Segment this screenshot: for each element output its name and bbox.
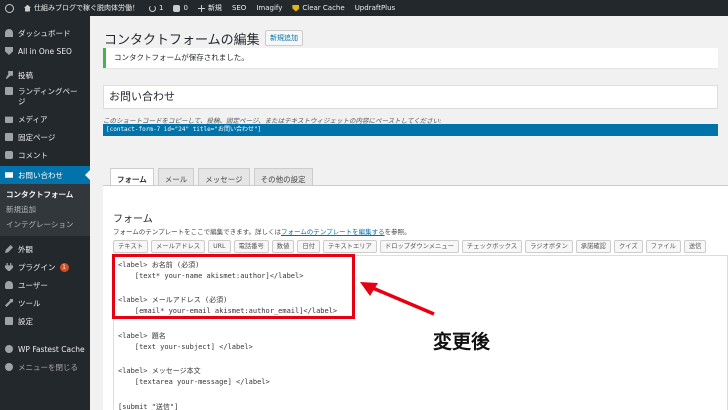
cache-icon [292,4,300,12]
form-panel-heading: フォーム [113,214,153,225]
dashboard-icon [5,29,13,37]
sidebar-item-media[interactable]: メディア [0,110,90,128]
tag-button[interactable]: ラジオボタン [525,240,573,253]
plus-icon [197,4,205,12]
sidebar-item-appearance[interactable]: 外観 [0,240,90,258]
tag-button[interactable]: メールアドレス [151,240,206,253]
updraftplus-link[interactable]: UpdraftPlus [350,0,401,16]
tag-button[interactable]: テキスト [113,240,148,253]
form-panel-description: フォームのテンプレートをここで編集できます。詳しくはフォームのテンプレートを編集… [113,228,411,236]
tag-button[interactable]: 日付 [297,240,320,253]
submenu-integration[interactable]: インテグレーション [0,217,90,232]
admin-sidebar: ダッシュボード All in One SEO 投稿 ランディングペー ジ メディ… [0,16,90,410]
page-icon [5,87,13,95]
mail-icon [5,172,13,178]
form-title-input[interactable]: お問い合わせ [103,85,718,109]
add-new-button[interactable]: 新規追加 [265,30,303,46]
tag-button[interactable]: チェックボックス [461,240,523,253]
new-content-link[interactable]: 新規 [193,0,227,16]
contact-submenu: コンタクトフォーム 新規追加 インテグレーション [0,184,90,236]
tab-additional-settings[interactable]: その他の設定 [253,168,313,185]
update-count-badge: 1 [59,262,69,272]
tag-button[interactable]: URL [208,240,231,253]
tag-button[interactable]: 数値 [271,240,295,253]
code-line: <label> 題名 [118,331,166,340]
imagify-link[interactable]: Imagify [251,0,287,16]
tag-button[interactable]: 承諾確認 [575,240,611,253]
tag-button[interactable]: テキストエリア [322,240,377,253]
sidebar-item-users[interactable]: ユーザー [0,276,90,294]
submenu-add-new[interactable]: 新規追加 [0,202,90,217]
user-icon [5,281,13,289]
settings-icon [5,317,13,325]
sidebar-item-settings[interactable]: 設定 [0,312,90,330]
pin-icon [5,71,13,79]
tag-generator-buttons: テキスト メールアドレス URL 電話番号 数値 日付 テキストエリア ドロップダウンメニュー… [113,240,707,253]
comments-link[interactable]: 0 [168,0,192,16]
code-line: <label> メッセージ本文 [118,367,201,376]
sidebar-item-wp-fastest-cache[interactable]: WP Fastest Cache [0,340,90,358]
main-content: コンタクトフォームの編集 新規追加 コンタクトフォームが保存されました。 お問い… [90,16,728,410]
sidebar-item-aioseo[interactable]: All in One SEO [0,42,90,60]
sidebar-item-comments[interactable]: コメント [0,146,90,164]
collapse-menu-button[interactable]: メニューを閉じる [0,358,90,376]
tab-mail[interactable]: メール [157,168,195,185]
saved-notice: コンタクトフォームが保存されました。 [103,48,718,68]
submenu-contact-forms[interactable]: コンタクトフォーム [0,187,90,202]
sidebar-item-pages[interactable]: 固定ページ [0,128,90,146]
refresh-icon [149,4,156,12]
comment-icon [173,4,181,12]
highlight-box [112,254,355,319]
wordpress-logo[interactable] [0,0,19,16]
plugin-icon [5,263,13,271]
red-arrow [360,282,435,316]
arrow-shaft [367,284,435,316]
sidebar-item-tools[interactable]: ツール [0,294,90,312]
sidebar-item-posts[interactable]: 投稿 [0,66,90,84]
editor-tabs: フォーム メール メッセージ その他の設定 [110,168,313,186]
wordpress-icon [5,3,14,13]
comment-icon [5,151,13,159]
page-icon [5,133,13,141]
annotation-text: 変更後 [433,331,491,353]
cheetah-icon [5,345,13,353]
sidebar-item-landing[interactable]: ランディングペー ジ [0,84,90,110]
collapse-icon [5,363,13,371]
site-name-link[interactable]: 仕組みブログで稼ぐ脱肉体労働！ [19,0,144,16]
sidebar-item-plugins[interactable]: プラグイン 1 [0,258,90,276]
seo-link[interactable]: SEO [227,0,251,16]
page-title: コンタクトフォームの編集 [104,33,260,48]
tag-button[interactable]: ドロップダウンメニュー [379,240,459,253]
code-line: [text your-subject] </label> [118,342,253,351]
media-icon [5,116,13,123]
sidebar-item-dashboard[interactable]: ダッシュボード [0,24,90,42]
home-icon [24,4,31,12]
shield-icon [5,47,13,55]
tab-messages[interactable]: メッセージ [198,168,250,185]
tag-button[interactable]: ファイル [645,240,681,253]
tag-button[interactable]: 送信 [683,240,707,253]
admin-bar: 仕組みブログで稼ぐ脱肉体労働！ 1 0 新規 SEO Imagify Clear… [0,0,728,16]
template-help-link[interactable]: フォームのテンプレートを編集する [281,228,385,236]
code-line: [textarea your-message] </label> [118,378,270,386]
updates-link[interactable]: 1 [144,0,168,16]
tab-form[interactable]: フォーム [110,168,154,186]
brush-icon [5,245,13,253]
shortcode-field[interactable]: [contact-form-7 id="24" title="お問い合わせ"] [103,124,718,136]
tool-icon [5,299,13,307]
clear-cache-link[interactable]: Clear Cache [287,0,349,16]
code-line: [submit "送信"] [118,402,179,410]
tag-button[interactable]: クイズ [613,240,643,253]
sidebar-item-contact[interactable]: お問い合わせ [0,166,90,184]
tag-button[interactable]: 電話番号 [233,240,269,253]
